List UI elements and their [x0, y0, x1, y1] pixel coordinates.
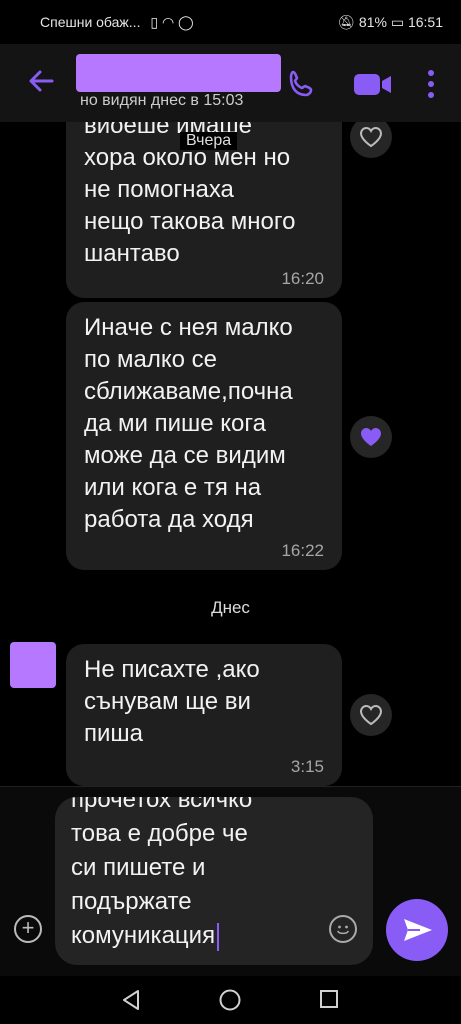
battery-percent: 81% — [358, 14, 387, 30]
back-arrow-icon[interactable] — [26, 66, 56, 96]
message-time: 16:22 — [281, 541, 324, 560]
sender-avatar-redacted[interactable] — [10, 642, 56, 688]
message-line: шантаво — [84, 240, 180, 267]
input-text: това е добре че си пишете и подържате ко… — [71, 817, 321, 953]
system-nav-bar — [0, 976, 461, 1024]
send-icon — [404, 919, 432, 941]
chat-header: но видян днес в 15:03 — [0, 44, 461, 122]
day-separator: Днес — [211, 598, 250, 617]
status-right: 🔕︎ 81% ▭ 16:51 — [337, 14, 443, 31]
status-bar: Спешни обаж... ▯ ◠ ◯ 🔕︎ 81% ▭ 16:51 — [0, 0, 461, 44]
message-line: може да се видим — [84, 442, 286, 469]
message-bubble[interactable]: Иначе с нея малко по малко се сближаваме… — [66, 302, 342, 570]
nav-back-icon[interactable] — [120, 988, 142, 1017]
message-line: пиша — [84, 720, 144, 747]
input-line: това е добре че — [71, 820, 248, 847]
message-line: сближаваме,почна — [84, 378, 293, 405]
contact-name-redacted[interactable] — [76, 54, 281, 92]
send-button[interactable] — [386, 899, 448, 961]
input-line-partial: прочетох всичко — [71, 797, 253, 813]
input-line: си пишете и — [71, 854, 206, 881]
nav-home-icon[interactable] — [218, 988, 242, 1017]
video-call-icon[interactable] — [352, 68, 394, 105]
message-line: сънувам ще ви — [84, 688, 251, 715]
message-line: нещо такова много — [84, 208, 296, 235]
notification-icons: ▯ ◠ ◯ — [150, 14, 194, 30]
message-time: 3:15 — [290, 757, 324, 776]
message-input[interactable]: прочетох всичко това е добре че си пишет… — [55, 797, 373, 965]
status-left: Спешни обаж... ▯ ◠ ◯ — [40, 14, 194, 31]
like-button[interactable] — [350, 694, 392, 736]
text-caret — [217, 922, 220, 951]
message-composer: + прочетох всичко това е добре че си пиш… — [0, 786, 461, 977]
floating-date-label: Вчера — [180, 132, 238, 150]
last-seen-text: но видян днес в 15:03 — [80, 92, 244, 109]
phone-call-icon[interactable] — [286, 68, 318, 105]
message-line: по малко се — [84, 346, 217, 373]
message-line: Иначе с нея малко — [84, 314, 293, 341]
emoji-icon[interactable] — [329, 915, 357, 943]
message-time: 16:20 — [281, 269, 324, 288]
mute-icon: 🔕︎ — [337, 14, 356, 30]
input-line: комуникация — [71, 922, 216, 949]
clock: 16:51 — [407, 14, 443, 30]
message-line: не помогнаха — [84, 176, 234, 203]
heart-outline-icon — [359, 704, 383, 726]
input-line: подържате — [71, 888, 192, 915]
more-options-icon[interactable] — [424, 68, 438, 105]
add-attachment-icon[interactable]: + — [14, 915, 42, 943]
battery-icon: ▭ — [390, 14, 405, 30]
carrier-text: Спешни обаж... — [40, 14, 141, 30]
heart-outline-icon — [359, 126, 383, 148]
heart-filled-icon — [361, 428, 381, 446]
message-line: или кога е тя на — [84, 474, 262, 501]
like-button[interactable] — [350, 122, 392, 158]
message-bubble[interactable]: Не писахте ,ако сънувам ще ви пиша 3:15 — [66, 644, 342, 786]
message-line: работа да ходя — [84, 506, 254, 533]
chat-area[interactable]: виоеше имаше хора около мен но не помогн… — [0, 122, 461, 786]
nav-recents-icon[interactable] — [318, 988, 340, 1015]
like-button-active[interactable] — [350, 416, 392, 458]
message-line: да ми пише кога — [84, 410, 266, 437]
message-line: Не писахте ,ако — [84, 656, 260, 683]
